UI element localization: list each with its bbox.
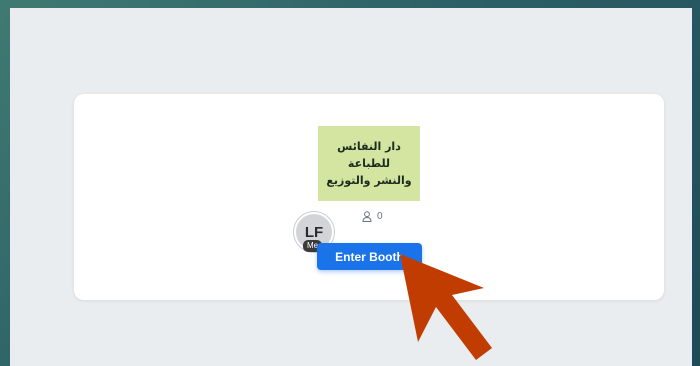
booth-logo[interactable]: دار النفائس للطباعة والنشر والتوزيع <box>318 126 420 201</box>
visitor-count: 0 <box>362 209 383 223</box>
booth-logo-text: دار النفائس للطباعة والنشر والتوزيع <box>326 140 412 187</box>
user-icon <box>362 210 372 222</box>
enter-booth-button[interactable]: Enter Booth <box>317 243 422 270</box>
visitor-count-value: 0 <box>377 210 383 222</box>
